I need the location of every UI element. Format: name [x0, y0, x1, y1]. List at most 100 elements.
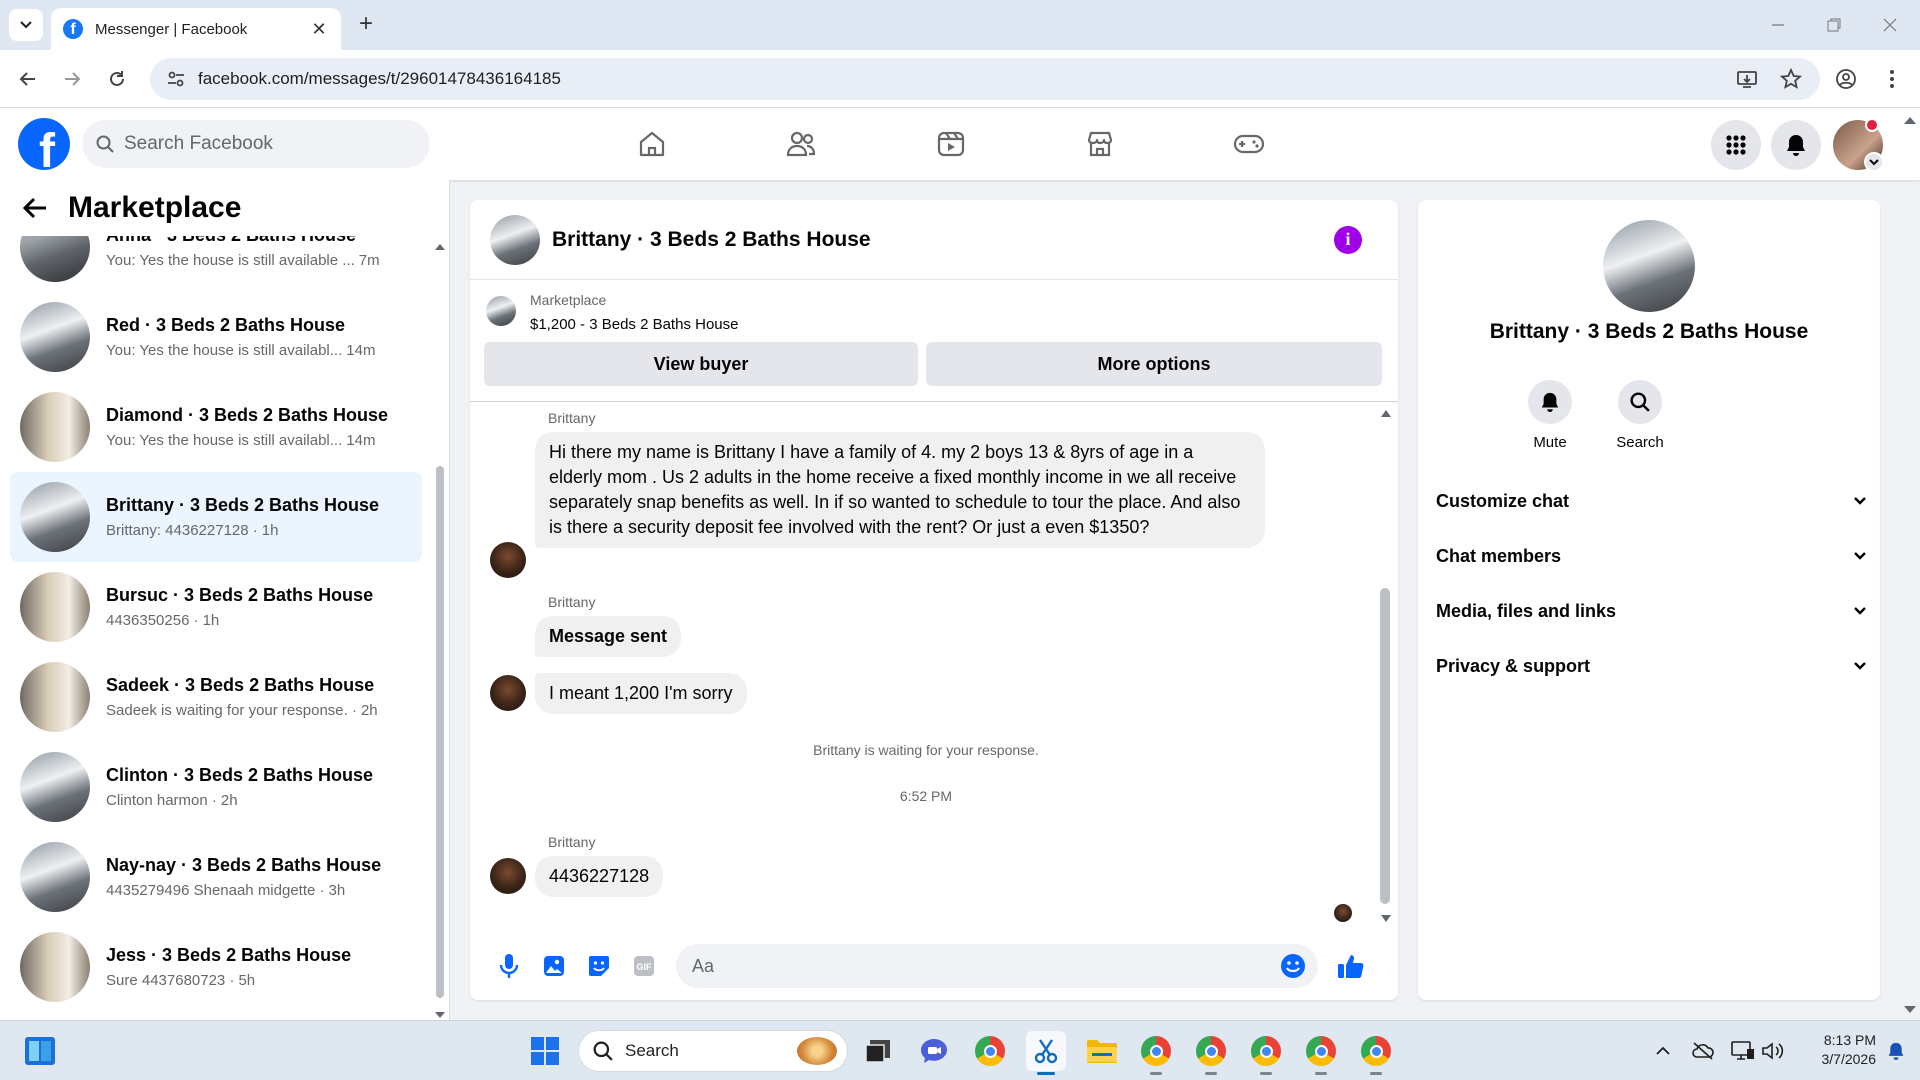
mute-button[interactable]: Mute: [1515, 380, 1585, 451]
chat-members-section[interactable]: Chat members: [1436, 532, 1866, 580]
conversation-item-active[interactable]: Brittany · 3 Beds 2 Baths House Brittany…: [10, 472, 422, 562]
site-info-icon[interactable]: [156, 69, 196, 89]
message-bubble[interactable]: I meant 1,200 I'm sorry: [535, 673, 747, 714]
nav-marketplace[interactable]: [1070, 122, 1130, 166]
grid-menu-icon: [1726, 135, 1746, 155]
reload-button[interactable]: [101, 63, 133, 95]
chrome-profile-button[interactable]: [1191, 1031, 1231, 1075]
clock-time: 8:13 PM: [1823, 1032, 1876, 1048]
contact-avatar[interactable]: [1603, 220, 1695, 312]
chevron-up-icon: [1656, 1046, 1670, 1055]
view-buyer-button[interactable]: View buyer: [484, 342, 918, 386]
search-in-conversation-button[interactable]: Search: [1605, 380, 1675, 451]
conversation-item[interactable]: Sadeek · 3 Beds 2 Baths House Sadeek is …: [10, 652, 422, 742]
facebook-search-box[interactable]: [82, 120, 430, 168]
facebook-search-input[interactable]: [124, 133, 404, 155]
conversation-item[interactable]: Jess · 3 Beds 2 Baths House Sure 4437680…: [10, 922, 422, 1012]
notifications-button[interactable]: [1771, 120, 1821, 170]
address-bar[interactable]: facebook.com/messages/t/2960147843616418…: [150, 58, 1820, 100]
chat-title[interactable]: Brittany · 3 Beds 2 Baths House: [552, 228, 1334, 252]
conversation-preview: Clinton harmon ·: [106, 792, 217, 809]
conversation-item[interactable]: Bursuc · 3 Beds 2 Baths House 4436350256…: [10, 562, 422, 652]
gif-button[interactable]: GIF: [621, 948, 666, 984]
meet-app-button[interactable]: [914, 1031, 954, 1071]
account-circle-icon: [1836, 69, 1856, 89]
message-input-box[interactable]: [676, 944, 1318, 988]
close-tab-icon[interactable]: ✕: [309, 19, 329, 40]
page-scrollbar[interactable]: [1900, 110, 1920, 1020]
listing-price-title[interactable]: $1,200 - 3 Beds 2 Baths House: [530, 316, 738, 333]
voice-clip-button[interactable]: [486, 948, 531, 984]
notification-center-button[interactable]: [1876, 1031, 1916, 1071]
chrome-profile-button[interactable]: [1301, 1031, 1341, 1075]
nav-gaming[interactable]: [1219, 122, 1279, 166]
bookmark-star-icon[interactable]: [1780, 68, 1802, 90]
browser-profile-button[interactable]: [1830, 63, 1862, 95]
widgets-button[interactable]: [20, 1031, 60, 1071]
message-bubble[interactable]: Message sent: [535, 616, 682, 657]
new-tab-button[interactable]: +: [352, 10, 380, 38]
nav-video[interactable]: [921, 122, 981, 166]
conversation-name: Jess · 3 Beds 2 Baths House: [106, 945, 352, 965]
snipping-tool-button[interactable]: [1026, 1031, 1066, 1075]
chrome-profile-button[interactable]: [1246, 1031, 1286, 1075]
tab-search-button[interactable]: [9, 9, 43, 41]
chat-app-icon: [921, 1039, 947, 1063]
listing-thumbnail: [20, 482, 90, 552]
nav-home[interactable]: [622, 122, 682, 166]
scroll-down-arrow-icon[interactable]: [1380, 914, 1392, 924]
back-arrow-icon[interactable]: [22, 196, 48, 220]
minimize-window-button[interactable]: [1758, 10, 1798, 40]
more-options-button[interactable]: More options: [926, 342, 1382, 386]
sender-avatar[interactable]: [490, 858, 526, 894]
facebook-logo[interactable]: f: [18, 118, 70, 170]
info-icon[interactable]: i: [1334, 225, 1362, 254]
conversation-item[interactable]: Nay-nay · 3 Beds 2 Baths House 443527949…: [10, 832, 422, 922]
scroll-up-arrow-icon[interactable]: [1380, 408, 1392, 418]
back-button[interactable]: [12, 63, 44, 95]
start-button[interactable]: [525, 1031, 565, 1071]
close-window-button[interactable]: [1870, 10, 1910, 40]
media-files-links-section[interactable]: Media, files and links: [1436, 587, 1866, 635]
sender-avatar[interactable]: [490, 675, 526, 711]
customize-chat-section[interactable]: Customize chat: [1436, 477, 1866, 525]
chrome-profile-button[interactable]: [1356, 1031, 1396, 1075]
message-bubble[interactable]: Hi there my name is Brittany I have a fa…: [535, 432, 1265, 548]
emoji-icon[interactable]: [1280, 953, 1306, 979]
conversation-item[interactable]: Diamond · 3 Beds 2 Baths House You: Yes …: [10, 382, 422, 472]
speaker-icon: [1762, 1042, 1784, 1060]
message-bubble[interactable]: 4436227128: [535, 856, 664, 897]
message-input[interactable]: [692, 955, 1280, 977]
conversation-item[interactable]: Clinton · 3 Beds 2 Baths House Clinton h…: [10, 742, 422, 832]
privacy-support-section[interactable]: Privacy & support: [1436, 642, 1866, 690]
account-menu-button[interactable]: [1864, 152, 1884, 172]
taskbar-search[interactable]: Search: [578, 1030, 848, 1072]
image-icon: [543, 956, 564, 976]
nav-friends[interactable]: [771, 122, 831, 166]
attach-photo-button[interactable]: [531, 948, 576, 984]
chrome-profile-button[interactable]: [1136, 1031, 1176, 1075]
scrollbar-thumb[interactable]: [436, 466, 444, 998]
marketplace-conversation-panel: Marketplace Anna · 3 Beds 2 Baths House …: [0, 180, 450, 1020]
browser-tab[interactable]: f Messenger | Facebook ✕: [51, 8, 341, 50]
browser-menu-button[interactable]: [1876, 63, 1908, 95]
sender-avatar[interactable]: [490, 542, 526, 578]
forward-button[interactable]: [56, 63, 88, 95]
onedrive-status-button[interactable]: [1683, 1031, 1723, 1071]
taskbar-clock[interactable]: 8:13 PM 3/7/2026: [1800, 1031, 1877, 1069]
volume-button[interactable]: [1753, 1031, 1793, 1071]
file-explorer-button[interactable]: [1082, 1031, 1122, 1071]
like-button[interactable]: [1328, 948, 1373, 984]
conversation-name: Clinton · 3 Beds 2 Baths House: [106, 765, 374, 785]
chat-avatar[interactable]: [490, 214, 540, 265]
task-view-button[interactable]: [858, 1031, 898, 1071]
conversation-item[interactable]: Red · 3 Beds 2 Baths House You: Yes the …: [10, 292, 422, 382]
install-app-icon[interactable]: [1736, 68, 1758, 90]
show-hidden-icons-button[interactable]: [1643, 1031, 1683, 1071]
chrome-taskbar-button[interactable]: [970, 1031, 1010, 1071]
sender-name: Brittany: [548, 410, 596, 426]
restore-window-button[interactable]: [1814, 10, 1854, 40]
message-thread: Brittany Hi there my name is Brittany I …: [470, 402, 1398, 932]
menu-button[interactable]: [1711, 120, 1761, 170]
sticker-button[interactable]: [576, 948, 621, 984]
